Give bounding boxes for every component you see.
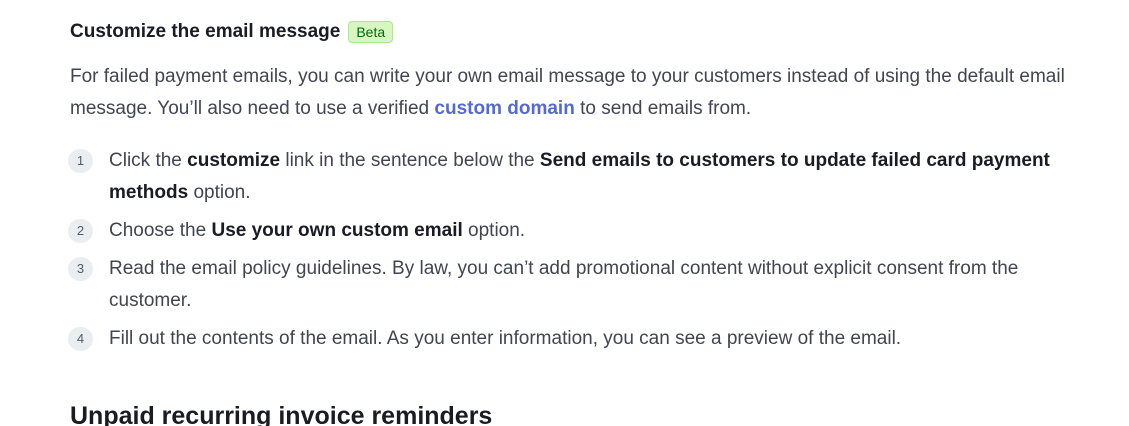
- step-text: link in the sentence below the: [280, 150, 540, 171]
- step-text: Click the: [109, 150, 188, 171]
- step-text: Read the email policy guidelines. By law…: [109, 258, 1019, 311]
- step-text: Fill out the contents of the email. As y…: [109, 328, 902, 349]
- step-number: 3: [68, 257, 93, 281]
- step-item: 1 Click the customize link in the sentenc…: [68, 145, 1078, 209]
- step-text: option.: [188, 182, 251, 203]
- beta-badge: Beta: [348, 21, 394, 43]
- steps-list: 1 Click the customize link in the sentenc…: [68, 145, 1078, 361]
- next-section-title: Unpaid recurring invoice reminders: [70, 402, 493, 426]
- step-item: 3 Read the email policy guidelines. By la…: [68, 253, 1078, 317]
- section-heading: Customize the email message Beta: [70, 18, 394, 46]
- custom-domain-link[interactable]: custom domain: [434, 98, 574, 119]
- step-number: 1: [68, 149, 93, 173]
- intro-paragraph: For failed payment emails, you can write…: [70, 61, 1070, 125]
- section-title: Customize the email message: [70, 21, 341, 42]
- step-text: Choose the: [109, 220, 212, 241]
- step-number: 4: [68, 327, 93, 351]
- step-bold: customize: [187, 150, 281, 171]
- step-text: option.: [462, 220, 526, 241]
- step-bold: Use your own custom email: [211, 220, 463, 241]
- step-item: 4 Fill out the contents of the email. As …: [68, 323, 1078, 355]
- step-item: 2 Choose the Use your own custom email op…: [68, 215, 1078, 247]
- intro-text-end: to send emails from.: [574, 98, 752, 119]
- step-number: 2: [68, 219, 93, 243]
